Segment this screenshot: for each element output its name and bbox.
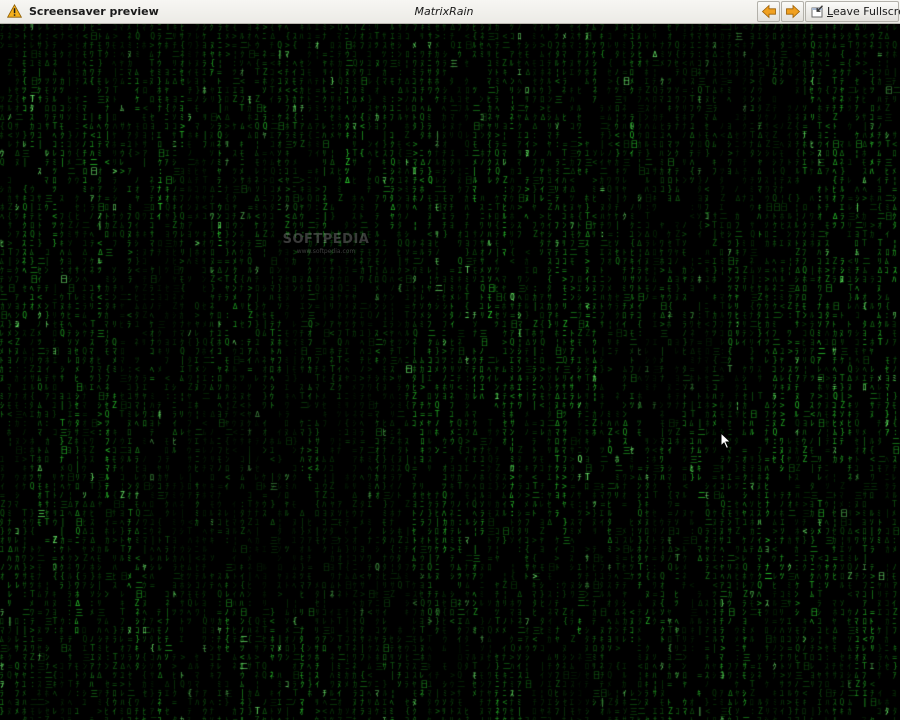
leave-fullscreen-label: Leave Fullscreen: [827, 5, 900, 18]
preview-toolbar: Screensaver preview MatrixRain Leave Ful…: [0, 0, 900, 24]
previous-screensaver-button[interactable]: [757, 1, 780, 22]
next-screensaver-button[interactable]: [781, 1, 804, 22]
screensaver-preview-window: Screensaver preview MatrixRain Leave Ful…: [0, 0, 900, 720]
leave-fullscreen-button[interactable]: Leave Fullscreen: [805, 1, 900, 22]
arrow-right-icon: [786, 4, 801, 19]
matrix-rain-preview[interactable]: SOFTPEDIA www.softpedia.com: [0, 24, 900, 720]
leave-fullscreen-icon: [811, 5, 823, 18]
matrix-rain-canvas: [0, 24, 900, 720]
arrow-left-icon: [761, 4, 776, 19]
preview-title: Screensaver preview: [29, 5, 159, 18]
warning-icon: [6, 3, 23, 18]
